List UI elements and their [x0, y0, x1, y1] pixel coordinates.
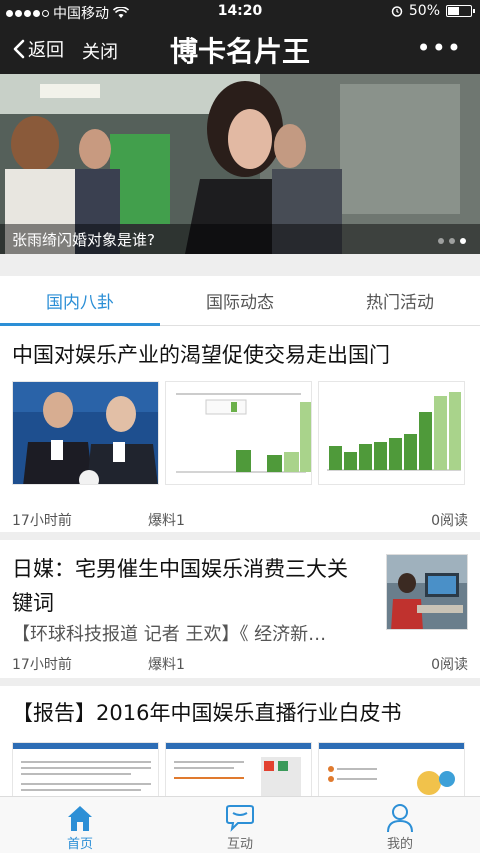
article-photo — [12, 381, 159, 485]
nav-bar: 返回 关闭 博卡名片王 ••• — [0, 24, 480, 74]
article-read-count: 0阅读 — [431, 657, 468, 673]
bottom-tab-home[interactable]: 首页 — [0, 797, 160, 853]
close-button[interactable]: 关闭 — [82, 38, 118, 64]
article-read-count: 0阅读 — [431, 513, 468, 529]
battery-area: 50% — [391, 3, 475, 19]
tab-domestic-gossip[interactable]: 国内八卦 — [0, 276, 160, 326]
category-tabs: 国内八卦 国际动态 热门活动 — [0, 276, 480, 326]
chat-bubble-icon — [226, 805, 254, 832]
person-icon — [387, 804, 413, 833]
article-item[interactable]: 中国对娱乐产业的渴望促使交易走出国门 17小时前 爆料1 0阅读 — [0, 326, 480, 540]
page-title: 博卡名片王 — [169, 35, 310, 68]
tab-hot-events[interactable]: 热门活动 — [320, 276, 480, 325]
article-photo — [386, 554, 468, 630]
pager-dot-active — [460, 238, 466, 244]
bottom-tab-interact[interactable]: 互动 — [160, 797, 320, 853]
pager-dot — [438, 238, 444, 244]
battery-icon — [446, 5, 475, 17]
back-button[interactable]: 返回 — [12, 36, 64, 62]
article-time: 17小时前 — [12, 513, 72, 529]
article-thumbnails — [12, 381, 465, 485]
article-title: 【报告】2016年中国娱乐直播行业白皮书 — [12, 701, 402, 725]
bottom-tab-label: 互动 — [226, 837, 253, 852]
bottom-tab-label: 首页 — [66, 837, 93, 852]
article-source: 爆料1 — [148, 513, 185, 529]
article-title-line-1: 日媒：宅男催生中国娱乐消费三大关 — [12, 557, 348, 581]
banner-pager — [438, 238, 466, 244]
alarm-icon — [391, 6, 403, 17]
bottom-tab-mine[interactable]: 我的 — [320, 797, 480, 853]
home-icon — [68, 806, 92, 831]
battery-percent: 50% — [408, 3, 440, 19]
back-label: 返回 — [28, 40, 64, 61]
article-chart-image — [318, 381, 465, 485]
section-divider — [0, 254, 480, 276]
pager-dot — [449, 238, 455, 244]
article-source: 爆料1 — [148, 657, 185, 673]
banner-carousel[interactable]: 张雨绮闪婚对象是谁? — [0, 74, 480, 254]
chevron-left-icon — [13, 39, 25, 59]
article-item[interactable]: 日媒：宅男催生中国娱乐消费三大关 键词 【环球科技报道 记者 王欢】《 经济新…… — [0, 540, 480, 686]
more-options-button[interactable]: ••• — [417, 34, 462, 62]
article-chart-image — [165, 381, 312, 485]
tab-international-news[interactable]: 国际动态 — [160, 276, 320, 325]
article-summary: 【环球科技报道 记者 王欢】《 经济新… — [12, 624, 327, 645]
article-title: 中国对娱乐产业的渴望促使交易走出国门 — [12, 343, 390, 367]
bottom-tab-bar: 首页 互动 我的 — [0, 796, 480, 853]
article-meta: 17小时前 爆料1 0阅读 — [12, 510, 468, 530]
article-item[interactable]: 【报告】2016年中国娱乐直播行业白皮书 — [0, 686, 480, 846]
article-meta: 17小时前 爆料1 0阅读 — [12, 654, 468, 674]
article-time: 17小时前 — [12, 657, 72, 673]
battery-fill — [448, 7, 459, 15]
bottom-tab-label: 我的 — [386, 837, 413, 852]
status-bar: 中国移动 14:20 50% — [0, 0, 480, 24]
article-title-line-2: 键词 — [12, 591, 54, 615]
banner-caption: 张雨绮闪婚对象是谁? — [0, 224, 480, 254]
